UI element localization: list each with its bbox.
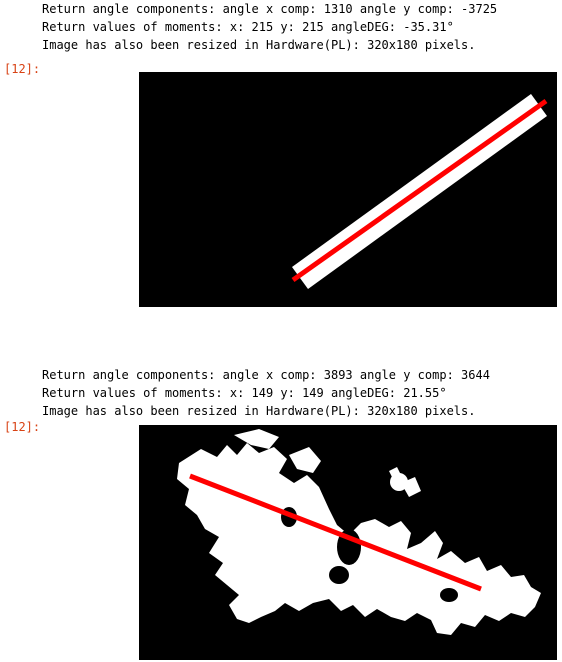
output-prompt: [12]: [4,62,41,76]
output-image-bar [139,72,557,307]
output-line-moments: Return values of moments: x: 215 y: 215 … [42,20,454,34]
orientation-line [291,98,548,283]
output-image-blob [139,425,557,660]
output-line-resize-info: Image has also been resized in Hardware(… [42,404,476,418]
output-line-angle-components: Return angle components: angle x comp: 1… [42,2,498,16]
white-blob [177,429,541,635]
white-dot [390,473,408,491]
output-line-moments: Return values of moments: x: 149 y: 149 … [42,386,447,400]
output-line-angle-components: Return angle components: angle x comp: 3… [42,368,490,382]
output-line-resize-info: Image has also been resized in Hardware(… [42,38,476,52]
output-prompt: [12]: [4,420,41,434]
bar-figure [291,94,548,289]
blob-figure [177,429,541,635]
